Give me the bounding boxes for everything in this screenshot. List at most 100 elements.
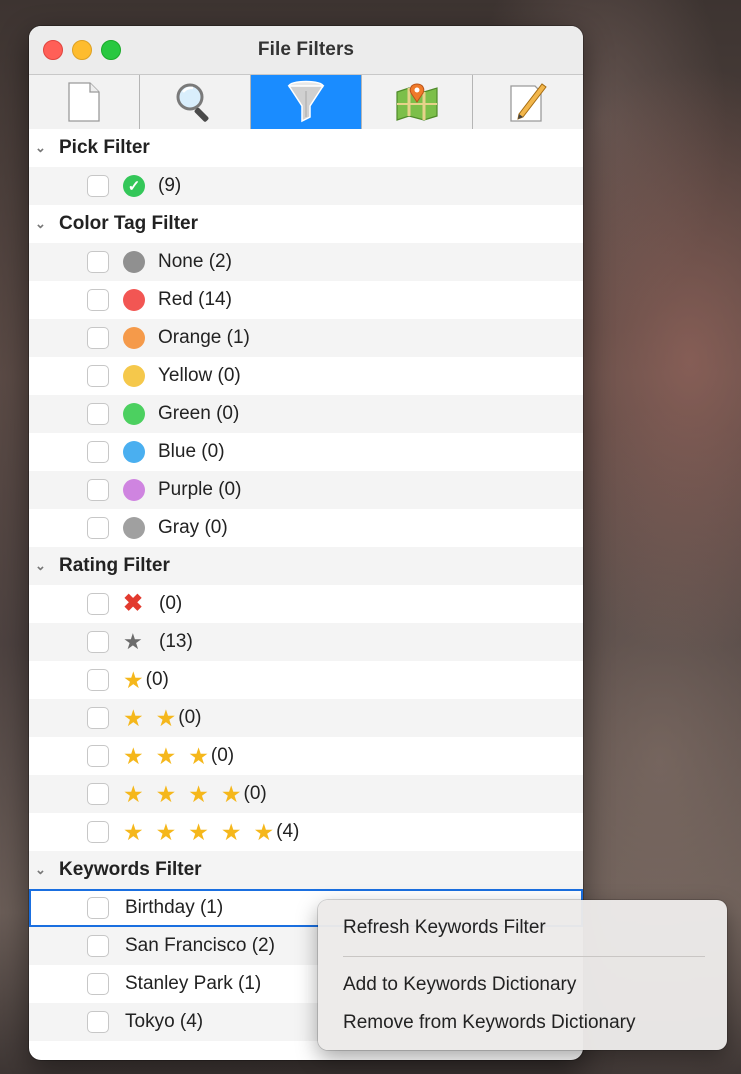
color-label: None (2) (158, 251, 232, 272)
pick-label: (9) (158, 175, 182, 196)
rating-row-4-stars[interactable]: ★ ★ ★ ★ (0) (29, 775, 583, 813)
rating-label: (4) (276, 821, 300, 842)
color-row-red[interactable]: Red (14) (29, 281, 583, 319)
close-button[interactable] (43, 40, 63, 60)
star-icon: ★ (123, 704, 144, 731)
color-label: Gray (0) (158, 517, 228, 538)
checkbox[interactable] (87, 669, 109, 691)
star-icon: ★ (155, 742, 177, 769)
reject-x-icon: ✖ (123, 590, 144, 617)
gray-star-icon: ★ (123, 629, 143, 654)
checkbox[interactable] (87, 783, 109, 805)
pick-filter-header[interactable]: ⌄ Pick Filter (29, 129, 583, 167)
rating-label: (13) (159, 631, 193, 652)
checkbox[interactable] (87, 251, 109, 273)
color-row-purple[interactable]: Purple (0) (29, 471, 583, 509)
color-dot-icon (123, 289, 145, 311)
zoom-button[interactable] (101, 40, 121, 60)
star-rating: ★ ★ ★ ★ ★ (123, 819, 274, 846)
notepad-pencil-icon (510, 83, 547, 122)
color-dot-icon (123, 479, 145, 501)
star-icon: ★ (123, 818, 144, 845)
star-icon: ★ (155, 704, 177, 731)
checkmark-circle-icon: ✓ (123, 175, 145, 197)
color-tag-filter-header[interactable]: ⌄ Color Tag Filter (29, 205, 583, 243)
color-row-none[interactable]: None (2) (29, 243, 583, 281)
color-label: Orange (1) (158, 327, 250, 348)
color-row-yellow[interactable]: Yellow (0) (29, 357, 583, 395)
checkbox[interactable] (87, 631, 109, 653)
checkbox[interactable] (87, 821, 109, 843)
rating-row-5-stars[interactable]: ★ ★ ★ ★ ★ (4) (29, 813, 583, 851)
checkbox[interactable] (87, 973, 109, 995)
color-dot-icon (123, 517, 145, 539)
menu-item-remove-from-dictionary[interactable]: Remove from Keywords Dictionary (343, 1012, 635, 1034)
color-dot-icon (123, 365, 145, 387)
star-icon: ★ (123, 780, 144, 807)
menu-item-refresh-keywords[interactable]: Refresh Keywords Filter (343, 917, 546, 939)
rating-label: (0) (210, 745, 235, 766)
color-row-gray[interactable]: Gray (0) (29, 509, 583, 547)
menu-separator (343, 956, 705, 957)
keyword-label: San Francisco (2) (125, 935, 275, 956)
checkbox[interactable] (87, 365, 109, 387)
chevron-down-icon: ⌄ (35, 216, 46, 231)
star-rating: ★ ★ (123, 705, 176, 732)
title-bar: File Filters (29, 26, 583, 74)
tab-file-info[interactable] (29, 75, 140, 129)
keywords-filter-header[interactable]: ⌄ Keywords Filter (29, 851, 583, 889)
rating-row-2-stars[interactable]: ★ ★ (0) (29, 699, 583, 737)
rating-row-3-stars[interactable]: ★ ★ ★ (0) (29, 737, 583, 775)
checkbox[interactable] (87, 327, 109, 349)
magnifier-icon (176, 83, 209, 122)
checkbox[interactable] (87, 289, 109, 311)
color-label: Red (14) (158, 289, 232, 310)
map-icon (396, 83, 438, 121)
rating-filter-header[interactable]: ⌄ Rating Filter (29, 547, 583, 585)
rating-row-rejected[interactable]: ✖ (0) (29, 585, 583, 623)
checkbox[interactable] (87, 745, 109, 767)
keyword-label: Tokyo (4) (125, 1011, 204, 1032)
menu-item-add-to-dictionary[interactable]: Add to Keywords Dictionary (343, 974, 576, 996)
pick-row[interactable]: ✓ (9) (29, 167, 583, 205)
checkbox[interactable] (87, 897, 109, 919)
color-label: Yellow (0) (158, 365, 241, 386)
star-icon: ★ (123, 742, 144, 769)
minimize-button[interactable] (72, 40, 92, 60)
star-icon: ★ (188, 780, 209, 807)
tab-filter[interactable] (251, 75, 362, 129)
context-menu: Refresh Keywords Filter Add to Keywords … (318, 900, 727, 1050)
funnel-icon (287, 80, 325, 123)
star-icon: ★ (253, 818, 275, 845)
checkbox[interactable] (87, 403, 109, 425)
chevron-down-icon: ⌄ (35, 862, 46, 877)
tab-search[interactable] (140, 75, 251, 129)
color-row-orange[interactable]: Orange (1) (29, 319, 583, 357)
color-label: Green (0) (158, 403, 240, 424)
color-dot-icon (123, 327, 145, 349)
rating-label: (0) (159, 593, 183, 614)
rating-row-unrated[interactable]: ★ (13) (29, 623, 583, 661)
tab-notes[interactable] (473, 75, 583, 129)
checkbox[interactable] (87, 517, 109, 539)
checkbox[interactable] (87, 593, 109, 615)
checkbox[interactable] (87, 479, 109, 501)
checkbox[interactable] (87, 1011, 109, 1033)
chevron-down-icon: ⌄ (35, 140, 46, 155)
checkbox[interactable] (87, 441, 109, 463)
checkbox[interactable] (87, 175, 109, 197)
star-icon: ★ (188, 818, 209, 845)
checkbox[interactable] (87, 935, 109, 957)
tab-map[interactable] (362, 75, 473, 129)
section-title: Pick Filter (59, 137, 150, 158)
window-title: File Filters (257, 39, 355, 60)
color-row-blue[interactable]: Blue (0) (29, 433, 583, 471)
keyword-label: Birthday (1) (125, 897, 224, 918)
rating-label: (0) (243, 783, 267, 804)
window-controls (43, 40, 121, 60)
rating-label: (0) (178, 707, 202, 728)
color-row-green[interactable]: Green (0) (29, 395, 583, 433)
checkbox[interactable] (87, 707, 109, 729)
star-icon: ★ (155, 780, 177, 807)
rating-row-1-star[interactable]: ★ (0) (29, 661, 583, 699)
